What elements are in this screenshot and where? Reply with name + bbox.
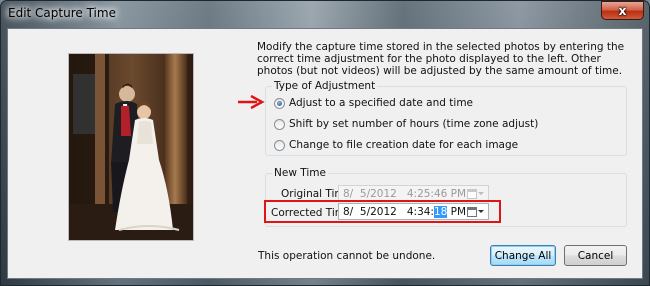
original-time-value: 8/ 5/2012 4:25:46 PM (343, 187, 467, 200)
wedding-photo-image (69, 54, 193, 240)
radio-specified-date-label: Adjust to a specified date and time (289, 97, 474, 109)
annotation-highlight-box (264, 200, 501, 223)
cancel-button[interactable]: Cancel (564, 245, 627, 266)
new-time-legend: New Time (272, 167, 328, 179)
adjustment-group: Type of Adjustment Adjust to a specified… (265, 80, 627, 156)
description-text: Modify the capture time stored in the se… (257, 41, 625, 77)
close-icon: x (618, 3, 627, 18)
change-all-button[interactable]: Change All (490, 245, 556, 266)
radio-shift-hours[interactable]: Shift by set number of hours (time zone … (274, 118, 538, 130)
red-arrow-icon (238, 95, 265, 109)
adjustment-legend: Type of Adjustment (272, 80, 378, 92)
calendar-dropdown-icon (467, 188, 485, 199)
radio-file-creation-label: Change to file creation date for each im… (289, 139, 519, 151)
radio-button[interactable] (274, 118, 285, 130)
radio-button[interactable] (274, 139, 285, 151)
undo-warning: This operation cannot be undone. (258, 250, 436, 262)
radio-shift-hours-label: Shift by set number of hours (time zone … (289, 118, 539, 130)
dialog-client-area: Modify the capture time stored in the se… (7, 28, 643, 279)
radio-button-checked[interactable] (274, 97, 285, 109)
radio-specified-date[interactable]: Adjust to a specified date and time (274, 97, 473, 109)
close-button[interactable]: x (601, 1, 644, 20)
radio-file-creation[interactable]: Change to file creation date for each im… (274, 139, 518, 151)
photo-preview (68, 53, 194, 241)
window-title: Edit Capture Time (8, 6, 116, 20)
